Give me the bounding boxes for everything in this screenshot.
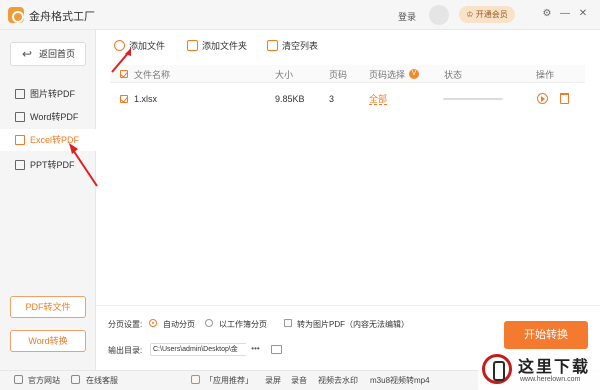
word-convert-button[interactable]: Word转换 — [10, 330, 86, 352]
progress-bar — [443, 98, 503, 100]
trash-icon[interactable] — [560, 93, 569, 104]
clear-list-button[interactable]: 清空列表 — [267, 38, 318, 54]
header-action: 操作 — [536, 70, 555, 80]
file-table-header: 文件名称 大小 页码 页码选择 状态 操作 — [110, 65, 585, 83]
sidebar-item-word-to-pdf[interactable]: Word转PDF — [0, 106, 96, 128]
basket-icon — [267, 40, 278, 51]
back-home-button[interactable]: ↩ 返回首页 — [10, 42, 86, 66]
screen-record-link[interactable]: 录屏 — [265, 375, 281, 387]
website-link[interactable]: 官方网站 — [28, 375, 60, 387]
select-all-checkbox[interactable] — [120, 70, 128, 78]
minimize-icon[interactable]: — — [559, 8, 571, 20]
watermark: 这里下载 www.herelown.com — [478, 350, 600, 390]
recommend-link[interactable]: 「应用推荐」 — [205, 375, 253, 387]
play-icon[interactable] — [537, 93, 548, 104]
support-icon — [71, 375, 80, 384]
sidebar-item-excel-to-pdf[interactable]: Excel转PDF — [0, 129, 96, 151]
recommend-icon — [191, 375, 200, 384]
auto-paging-radio[interactable] — [149, 319, 157, 327]
header-size: 大小 — [275, 70, 294, 80]
image-icon — [15, 89, 25, 99]
add-file-label: 添加文件 — [129, 41, 166, 51]
m3u8-link[interactable]: m3u8视频转mp4 — [370, 375, 430, 387]
row-checkbox[interactable] — [120, 95, 128, 103]
avatar[interactable] — [429, 5, 449, 25]
pdf-to-file-button[interactable]: PDF转文件 — [10, 296, 86, 318]
vip-label: 开通会员 — [475, 10, 508, 19]
add-icon — [114, 40, 125, 51]
clear-list-label: 清空列表 — [282, 41, 319, 51]
support-link[interactable]: 在线客服 — [86, 375, 118, 387]
login-link[interactable]: 登录 — [398, 10, 416, 23]
sidebar-item-label: 图片转PDF — [30, 89, 76, 99]
back-arrow-icon: ↩ — [22, 47, 33, 61]
image-pdf-label: 转为图片PDF（内容无法编辑） — [297, 320, 409, 329]
sidebar-item-ppt-to-pdf[interactable]: PPT转PDF — [0, 154, 96, 176]
header-name: 文件名称 — [134, 70, 171, 80]
output-dir-label: 输出目录: — [108, 346, 143, 355]
page-select-dropdown-icon[interactable]: V — [409, 69, 419, 79]
ppt-icon — [15, 160, 25, 170]
excel-icon — [15, 135, 25, 145]
remove-watermark-link[interactable]: 视频去水印 — [318, 375, 358, 387]
word-icon — [15, 112, 25, 122]
browse-button[interactable]: ••• — [246, 343, 265, 356]
settings-icon[interactable]: ⚙ — [541, 8, 553, 20]
website-icon — [14, 375, 23, 384]
sidebar-item-image-to-pdf[interactable]: 图片转PDF — [0, 83, 96, 105]
image-pdf-checkbox[interactable] — [284, 319, 292, 327]
auto-paging-label: 自动分页 — [163, 320, 195, 329]
header-page-select: 页码选择 — [369, 70, 406, 80]
add-folder-label: 添加文件夹 — [202, 41, 248, 51]
header-status: 状态 — [444, 70, 463, 80]
sheet-paging-label: 以工作簿分页 — [219, 320, 267, 329]
watermark-logo-icon — [482, 354, 512, 384]
watermark-url: www.herelown.com — [520, 376, 581, 383]
sidebar-item-label: Word转PDF — [30, 112, 79, 122]
page-select-value[interactable]: 全部 — [369, 94, 388, 105]
sidebar: ↩ 返回首页 图片转PDF Word转PDF Excel转PDF PPT转PDF… — [0, 30, 96, 370]
header-pages: 页码 — [329, 70, 348, 80]
vip-button[interactable]: ♔ 开通会员 — [459, 6, 515, 23]
close-icon[interactable]: ✕ — [577, 8, 589, 20]
open-folder-icon[interactable] — [271, 345, 282, 354]
app-logo-icon — [8, 7, 24, 23]
back-home-label: 返回首页 — [39, 49, 76, 59]
watermark-brand: 这里下载 — [518, 357, 591, 376]
add-folder-button[interactable]: 添加文件夹 — [187, 38, 247, 54]
folder-icon — [187, 40, 198, 51]
file-pages: 3 — [329, 94, 335, 104]
sheet-paging-radio[interactable] — [205, 319, 213, 327]
audio-record-link[interactable]: 录音 — [291, 375, 307, 387]
file-size: 9.85KB — [275, 94, 305, 104]
title-bar: 金舟格式工厂 登录 ♔ 开通会员 ⚙ — ✕ — [0, 0, 600, 30]
add-file-button[interactable]: 添加文件 — [114, 38, 165, 54]
app-title: 金舟格式工厂 — [29, 11, 95, 23]
sidebar-item-label: Excel转PDF — [30, 135, 80, 145]
sidebar-item-label: PPT转PDF — [30, 160, 75, 170]
start-convert-button[interactable]: 开始转换 — [504, 321, 588, 349]
file-name: 1.xlsx — [134, 94, 158, 104]
paging-label: 分页设置: — [108, 320, 143, 329]
